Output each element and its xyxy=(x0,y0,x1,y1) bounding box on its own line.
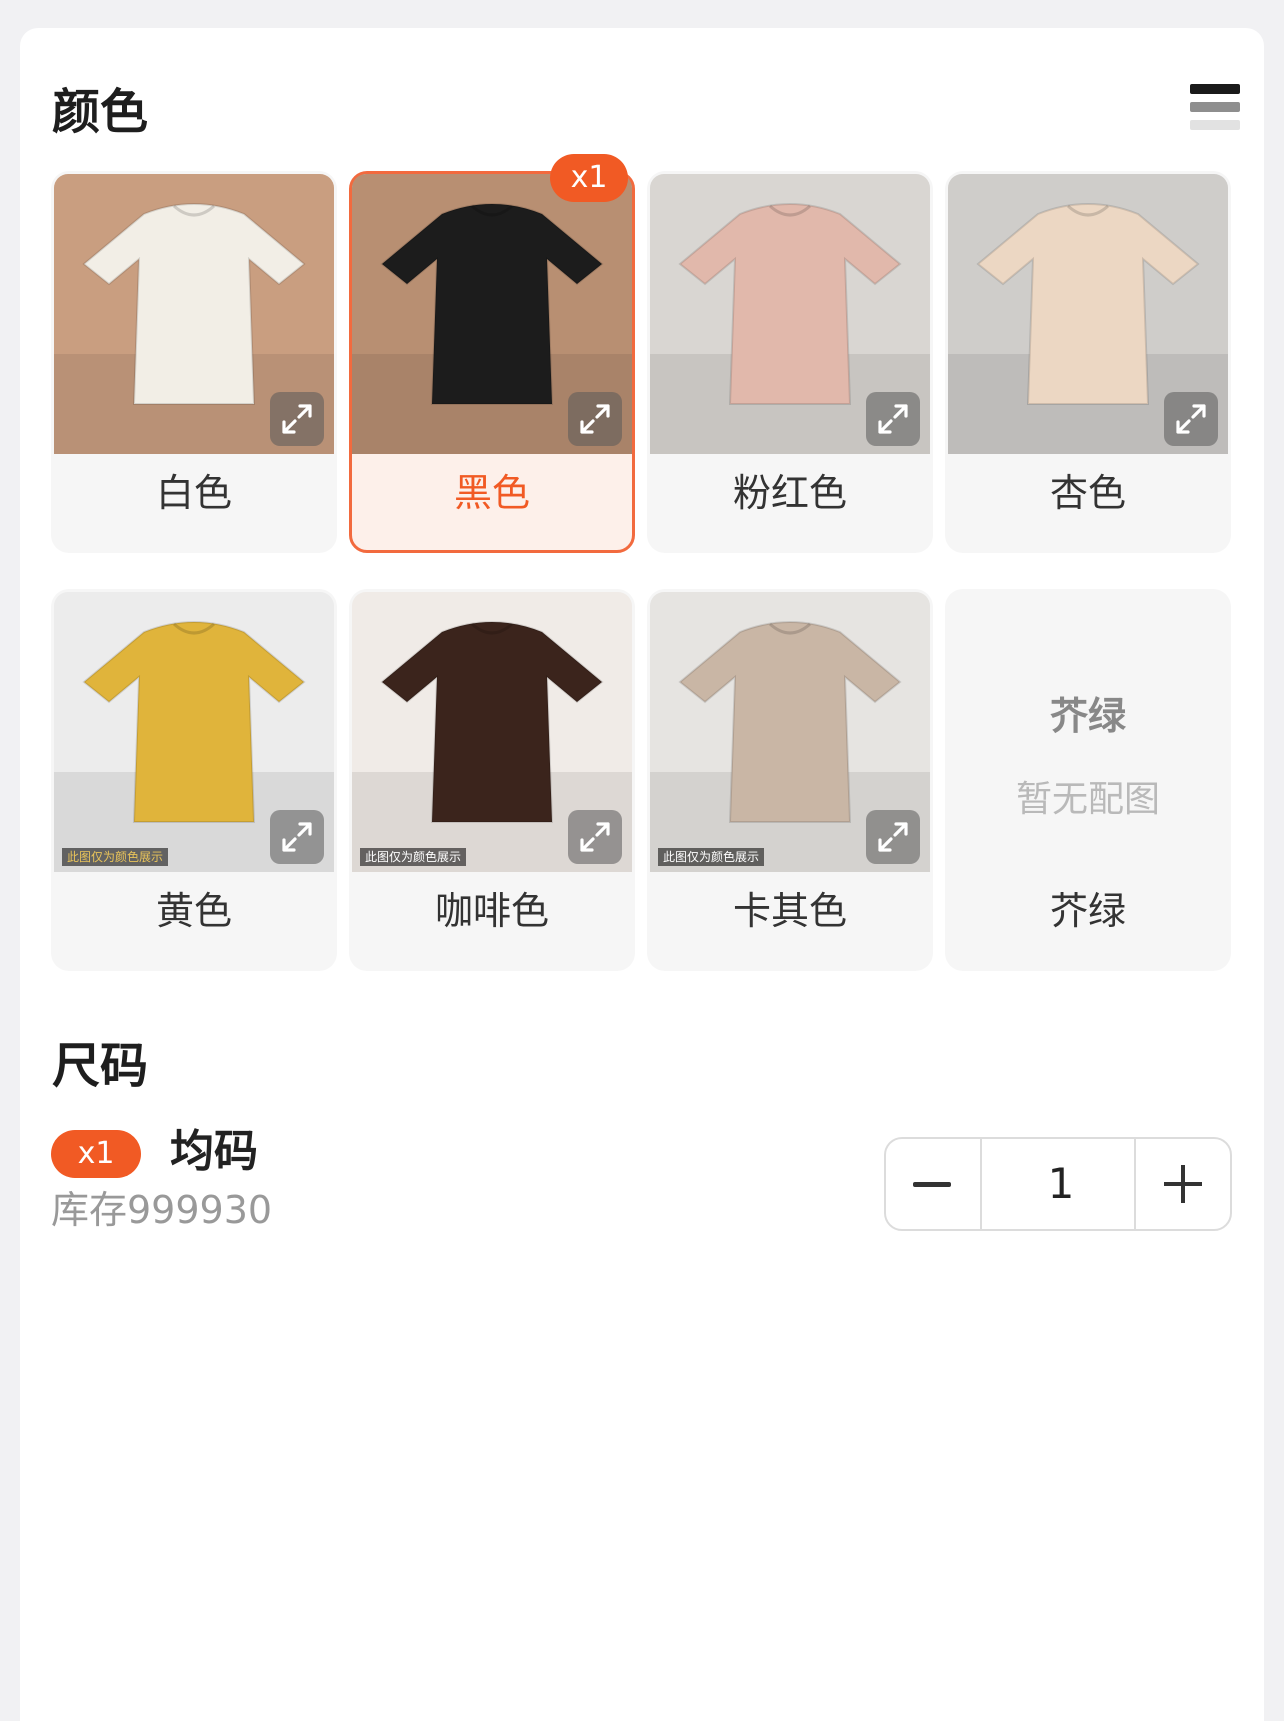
color-option-label: 杏色 xyxy=(1049,471,1126,515)
color-option-tile[interactable]: 此图仅为颜色展示咖啡色 xyxy=(349,589,635,971)
no-image-placeholder: 芥绿 暂无配图 xyxy=(948,592,1228,872)
size-section-title: 尺码 xyxy=(52,1038,149,1094)
product-color-image[interactable] xyxy=(948,174,1228,454)
decrease-button[interactable] xyxy=(886,1139,982,1229)
color-option-label: 咖啡色 xyxy=(434,889,549,933)
expand-icon[interactable] xyxy=(1164,392,1218,446)
expand-icon[interactable] xyxy=(866,392,920,446)
expand-icon[interactable] xyxy=(568,810,622,864)
color-option-tile[interactable]: 此图仅为颜色展示卡其色 xyxy=(647,589,933,971)
layout-toggle-icon[interactable] xyxy=(1190,84,1240,134)
color-option-label: 卡其色 xyxy=(732,889,847,933)
color-option-tile[interactable]: 粉红色 xyxy=(647,171,933,553)
product-color-image[interactable]: 此图仅为颜色展示 xyxy=(54,592,334,872)
product-color-image[interactable] xyxy=(54,174,334,454)
stock-count: 库存999930 xyxy=(51,1188,273,1232)
product-color-image[interactable] xyxy=(650,174,930,454)
color-option-label: 白色 xyxy=(155,471,232,515)
layout-toggle-bar xyxy=(1190,84,1240,94)
color-option-tile[interactable]: 此图仅为颜色展示黄色 xyxy=(51,589,337,971)
color-option-label: 黑色 xyxy=(453,471,530,515)
expand-arrows-icon xyxy=(580,822,610,852)
product-color-image[interactable]: 此图仅为颜色展示 xyxy=(352,592,632,872)
layout-toggle-bar xyxy=(1190,102,1240,112)
no-image-note: 暂无配图 xyxy=(1015,779,1160,820)
image-caption: 此图仅为颜色展示 xyxy=(62,847,169,866)
expand-icon[interactable] xyxy=(270,810,324,864)
image-caption: 此图仅为颜色展示 xyxy=(658,847,765,866)
expand-arrows-icon xyxy=(878,404,908,434)
color-option-tile[interactable]: 白色 xyxy=(51,171,337,553)
color-option-tile[interactable]: 黑色 x1 xyxy=(349,154,635,553)
color-option-label: 黄色 xyxy=(155,889,232,933)
expand-arrows-icon xyxy=(878,822,908,852)
quantity-stepper: 1 xyxy=(884,1137,1232,1231)
expand-arrows-icon xyxy=(282,404,312,434)
increase-button[interactable] xyxy=(1134,1139,1230,1229)
product-color-image[interactable] xyxy=(352,174,632,454)
layout-toggle-bar xyxy=(1190,120,1240,130)
expand-arrows-icon xyxy=(580,404,610,434)
expand-icon[interactable] xyxy=(270,392,324,446)
expand-arrows-icon xyxy=(282,822,312,852)
color-option-tile[interactable]: 芥绿 暂无配图 芥绿 xyxy=(945,589,1231,971)
expand-icon[interactable] xyxy=(568,392,622,446)
color-option-tile[interactable]: 杏色 xyxy=(945,171,1231,553)
product-color-image[interactable]: 此图仅为颜色展示 xyxy=(650,592,930,872)
size-option-label[interactable]: 均码 xyxy=(170,1126,258,1179)
expand-arrows-icon xyxy=(1176,404,1206,434)
selected-quantity-badge: x1 xyxy=(550,154,628,202)
image-caption: 此图仅为颜色展示 xyxy=(360,847,467,866)
size-quantity-badge: x1 xyxy=(51,1130,141,1178)
expand-icon[interactable] xyxy=(866,810,920,864)
color-option-label: 芥绿 xyxy=(1049,889,1126,933)
quantity-value[interactable]: 1 xyxy=(982,1139,1140,1229)
color-section-title: 颜色 xyxy=(52,84,149,140)
placeholder-color-name: 芥绿 xyxy=(1049,694,1126,738)
color-option-label: 粉红色 xyxy=(732,471,847,515)
